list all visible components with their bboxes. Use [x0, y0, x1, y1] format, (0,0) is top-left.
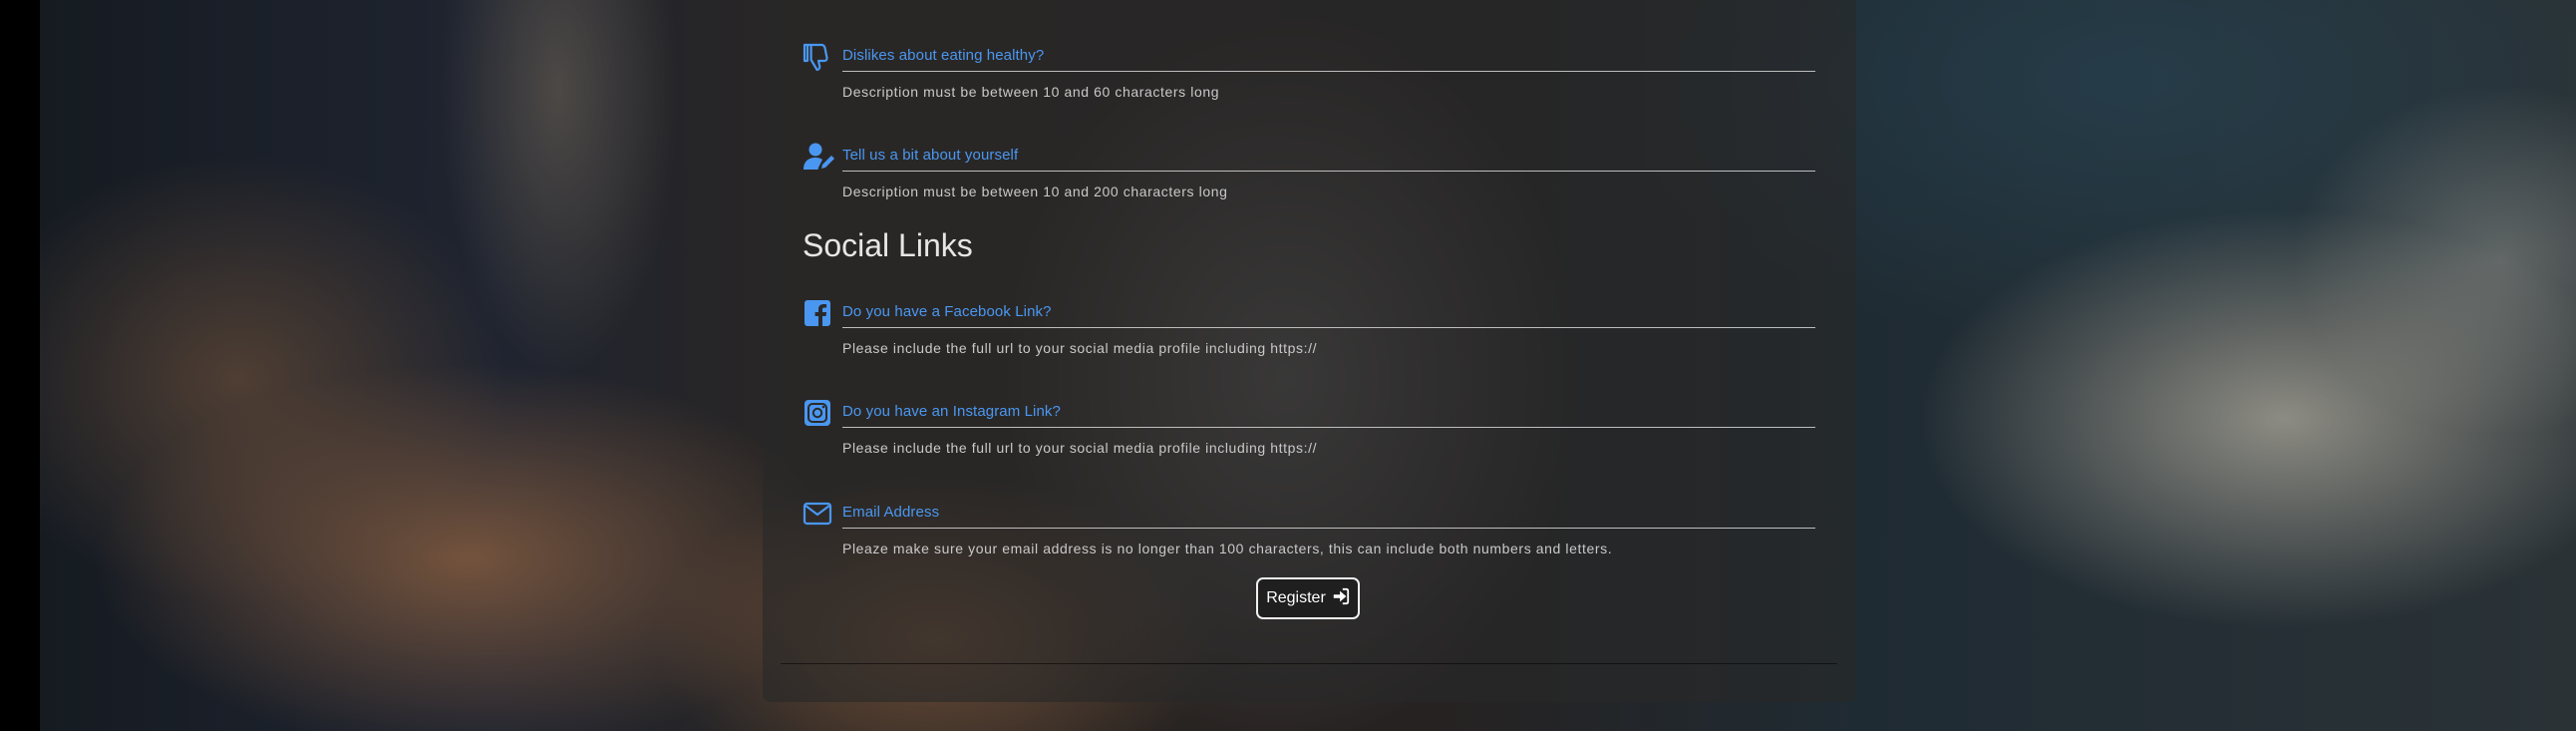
about-yourself-input[interactable] — [842, 171, 1815, 172]
about-yourself-label: Tell us a bit about yourself — [842, 147, 1019, 164]
instagram-icon — [803, 398, 832, 428]
register-button[interactable]: Register — [1256, 577, 1360, 619]
envelope-icon — [803, 499, 832, 529]
facebook-help-text: Please include the full url to your soci… — [842, 340, 1318, 356]
about-yourself-help-text: Description must be between 10 and 200 c… — [842, 183, 1228, 199]
registration-panel: Dislikes about eating healthy? Descripti… — [763, 0, 1856, 702]
email-label: Email Address — [842, 504, 940, 521]
register-label: Register — [1266, 589, 1326, 606]
email-input[interactable] — [842, 528, 1815, 529]
facebook-label: Do you have a Facebook Link? — [842, 303, 1052, 320]
instagram-input[interactable] — [842, 427, 1815, 428]
dislikes-input[interactable] — [842, 71, 1815, 72]
section-title: Social Links — [803, 227, 973, 263]
dislikes-help-text: Description must be between 10 and 60 ch… — [842, 84, 1220, 100]
facebook-icon — [803, 298, 832, 328]
instagram-help-text: Please include the full url to your soci… — [842, 440, 1318, 456]
footer-divider — [781, 663, 1837, 664]
sign-in-icon — [1332, 587, 1350, 610]
thumbs-down-icon — [803, 42, 832, 72]
instagram-label: Do you have an Instagram Link? — [842, 403, 1061, 420]
user-edit-icon — [803, 142, 834, 172]
dislikes-label: Dislikes about eating healthy? — [842, 47, 1045, 64]
email-help-text: Pleaze make sure your email address is n… — [842, 541, 1613, 556]
facebook-input[interactable] — [842, 327, 1815, 328]
